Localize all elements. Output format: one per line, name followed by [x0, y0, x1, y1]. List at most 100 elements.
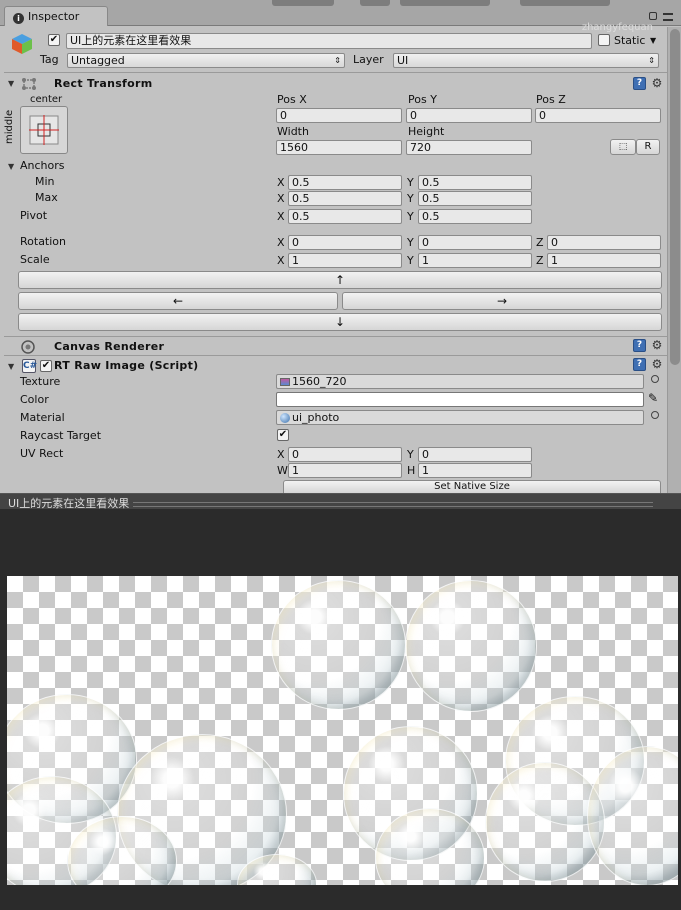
gameobject-name-input[interactable]: UI上的元素在这里看效果 [66, 33, 592, 49]
raw-edit-button[interactable]: R [636, 139, 660, 155]
layer-value: UI [397, 54, 409, 67]
material-field[interactable]: ui_photo [276, 410, 644, 425]
y-label: Y [407, 448, 414, 461]
updown-arrow-icon: ⇕ [648, 56, 655, 65]
tag-dropdown[interactable]: Untagged ⇕ [67, 53, 345, 68]
foldout-arrow-icon[interactable]: ▼ [8, 362, 14, 371]
uv-y-field[interactable]: 0 [418, 447, 532, 462]
static-checkbox[interactable] [598, 34, 610, 46]
inspector-scrollbar[interactable] [667, 27, 681, 493]
rotation-z-field[interactable]: 0 [547, 235, 661, 250]
scale-y-field[interactable]: 1 [418, 253, 532, 268]
height-field[interactable]: 720 [406, 140, 532, 155]
anchors-foldout-arrow-icon[interactable]: ▼ [8, 162, 14, 171]
pos-z-field[interactable]: 0 [535, 108, 661, 123]
move-right-button[interactable]: → [342, 292, 662, 310]
texture-label: Texture [20, 375, 61, 388]
texture-value: 1560_720 [292, 375, 347, 388]
y-label: Y [407, 176, 414, 189]
divider [4, 355, 667, 356]
object-picker-icon[interactable] [651, 375, 659, 383]
toolbar-button-stub[interactable] [272, 0, 334, 6]
pos-y-field[interactable]: 0 [406, 108, 532, 123]
canvas-renderer-icon [20, 339, 36, 355]
texture-icon [280, 378, 290, 386]
tab-inspector[interactable]: i Inspector [4, 6, 108, 26]
toolbar-button-stub[interactable] [520, 0, 610, 6]
anchors-min-y-field[interactable]: 0.5 [418, 175, 532, 190]
pivot-x-field[interactable]: 0.5 [288, 209, 402, 224]
gear-icon[interactable]: ⚙ [651, 358, 663, 370]
scrollbar-thumb[interactable] [670, 29, 680, 365]
static-dropdown-arrow-icon[interactable]: ▼ [650, 36, 656, 45]
rotation-x-field[interactable]: 0 [288, 235, 402, 250]
width-field[interactable]: 1560 [276, 140, 402, 155]
component-enabled-checkbox[interactable]: ✔ [40, 360, 52, 372]
raw-image-title: RT Raw Image (Script) [54, 359, 199, 372]
divider [4, 336, 667, 337]
anchor-preset-button[interactable] [20, 106, 68, 154]
move-left-button[interactable]: ← [18, 292, 338, 310]
move-down-button[interactable]: ↓ [18, 313, 662, 331]
x-label: X [277, 236, 285, 249]
scale-x-field[interactable]: 1 [288, 253, 402, 268]
x-label: X [277, 210, 285, 223]
x-label: X [277, 254, 285, 267]
pos-x-field[interactable]: 0 [276, 108, 402, 123]
scale-z-field[interactable]: 1 [547, 253, 661, 268]
texture-field[interactable]: 1560_720 [276, 374, 644, 389]
static-label: Static [614, 34, 646, 47]
foldout-arrow-icon[interactable]: ▼ [8, 79, 14, 88]
active-checkbox[interactable]: ✔ [48, 34, 60, 46]
uv-h-field[interactable]: 1 [418, 463, 532, 478]
anchors-max-y-field[interactable]: 0.5 [418, 191, 532, 206]
script-icon: C# [22, 359, 38, 373]
layer-dropdown[interactable]: UI ⇕ [393, 53, 659, 68]
anchors-max-label: Max [35, 191, 58, 204]
pos-z-label: Pos Z [536, 93, 566, 106]
x-label: X [277, 192, 285, 205]
move-up-button[interactable]: ↑ [18, 271, 662, 289]
anchors-label: Anchors [20, 159, 65, 172]
raycast-target-checkbox[interactable]: ✔ [277, 429, 289, 441]
anchors-min-x-field[interactable]: 0.5 [288, 175, 402, 190]
y-label: Y [407, 254, 414, 267]
watermark: zhangyfequan [581, 22, 653, 33]
blueprint-mode-button[interactable]: ⬚ [610, 139, 636, 155]
help-icon[interactable]: ? [633, 358, 646, 371]
rotation-y-field[interactable]: 0 [418, 235, 532, 250]
anchor-preset-top-label: center [30, 94, 63, 105]
uv-w-field[interactable]: 1 [288, 463, 402, 478]
gear-icon[interactable]: ⚙ [651, 77, 663, 89]
y-label: Y [407, 192, 414, 205]
preview-header[interactable]: UI上的元素在这里看效果 [0, 493, 681, 510]
rect-transform-title: Rect Transform [54, 77, 153, 90]
pivot-label: Pivot [20, 209, 48, 222]
gear-icon[interactable]: ⚙ [651, 339, 663, 351]
pivot-y-field[interactable]: 0.5 [418, 209, 532, 224]
eyedropper-icon[interactable]: ✎ [648, 391, 662, 407]
uv-rect-label: UV Rect [20, 447, 64, 460]
toolbar-button-stub[interactable] [400, 0, 490, 6]
set-native-size-button[interactable]: Set Native Size [283, 480, 661, 494]
toolbar-button-stub[interactable] [360, 0, 390, 6]
help-icon[interactable]: ? [633, 339, 646, 352]
menu-icon[interactable] [663, 13, 673, 21]
material-icon [280, 413, 290, 423]
z-label: Z [536, 236, 544, 249]
tag-value: Untagged [71, 54, 125, 67]
h-label: H [407, 464, 416, 477]
tab-label: Inspector [28, 10, 80, 23]
help-icon[interactable]: ? [633, 77, 646, 90]
material-value: ui_photo [292, 411, 340, 424]
color-label: Color [20, 393, 49, 406]
color-swatch[interactable] [276, 392, 644, 407]
x-label: X [277, 448, 285, 461]
uv-x-field[interactable]: 0 [288, 447, 402, 462]
x-label: X [277, 176, 285, 189]
rotation-label: Rotation [20, 235, 67, 248]
lock-icon[interactable] [649, 12, 657, 20]
anchors-max-x-field[interactable]: 0.5 [288, 191, 402, 206]
material-label: Material [20, 411, 65, 424]
object-picker-icon[interactable] [651, 411, 659, 419]
